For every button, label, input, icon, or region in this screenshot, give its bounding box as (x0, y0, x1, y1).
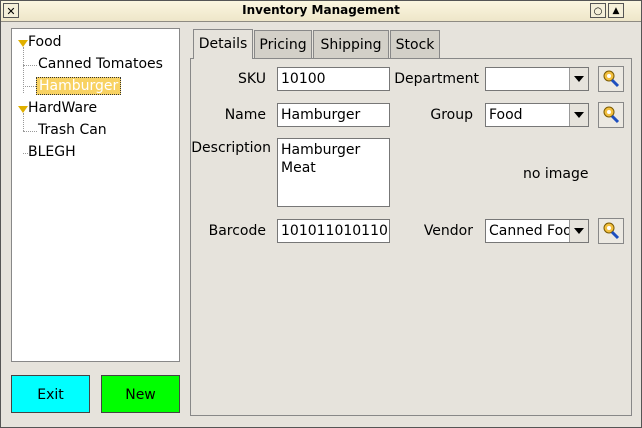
group-select[interactable]: Food (485, 103, 589, 127)
chevron-down-icon[interactable] (569, 220, 588, 242)
inventory-window: ✕ Inventory Management ○ ▲ Food Canned T… (0, 0, 642, 428)
tree-node-canned-tomatoes[interactable]: Canned Tomatoes (38, 56, 163, 72)
wrench-icon (603, 106, 620, 124)
tree-node-hamburger[interactable]: Hamburger (36, 77, 122, 95)
sku-field[interactable]: 10100 (277, 67, 390, 91)
tree-connector (23, 86, 36, 87)
minimize-icon[interactable]: ○ (590, 3, 606, 18)
exit-button[interactable]: Exit (11, 375, 90, 413)
maximize-icon[interactable]: ▲ (608, 3, 624, 18)
wrench-icon (603, 70, 620, 88)
tree-node-food[interactable]: Food (28, 34, 62, 50)
tree-connector (23, 113, 24, 131)
tab-details[interactable]: Details (193, 29, 253, 59)
department-label: Department (394, 71, 479, 87)
tree-node-blegh[interactable]: BLEGH (28, 144, 76, 160)
vendor-label: Vendor (423, 223, 473, 239)
tab-pricing[interactable]: Pricing (254, 30, 312, 58)
vendor-lookup-button[interactable] (598, 218, 624, 244)
department-lookup-button[interactable] (598, 66, 624, 92)
title-bar: ✕ Inventory Management ○ ▲ (1, 1, 641, 22)
group-label: Group (430, 107, 473, 123)
vendor-select[interactable]: Canned Foo (485, 219, 589, 243)
name-label: Name (224, 107, 266, 123)
tree-node-hardware[interactable]: HardWare (28, 100, 97, 116)
tree-connector (23, 65, 37, 66)
barcode-field[interactable]: 101011010110 (277, 219, 390, 243)
department-select[interactable] (485, 67, 589, 91)
sku-label: SKU (238, 71, 266, 87)
expand-triangle-icon[interactable] (18, 106, 28, 113)
tree-connector (23, 131, 37, 132)
new-button[interactable]: New (101, 375, 180, 413)
tab-shipping[interactable]: Shipping (313, 30, 389, 58)
no-image-label: no image (523, 166, 589, 182)
category-tree[interactable]: Food Canned Tomatoes Hamburger HardWare … (11, 28, 180, 362)
tab-stock[interactable]: Stock (390, 30, 440, 58)
description-label: Description (191, 140, 271, 156)
window-title: Inventory Management (242, 3, 400, 17)
chevron-down-icon[interactable] (569, 68, 588, 90)
vendor-value: Canned Foo (489, 223, 572, 239)
tree-node-trash-can[interactable]: Trash Can (38, 122, 107, 138)
name-field[interactable]: Hamburger (277, 103, 390, 127)
group-lookup-button[interactable] (598, 102, 624, 128)
description-field[interactable]: Hamburger Meat (277, 138, 390, 207)
expand-triangle-icon[interactable] (18, 40, 28, 47)
group-value: Food (489, 107, 523, 123)
chevron-down-icon[interactable] (569, 104, 588, 126)
barcode-label: Barcode (208, 223, 266, 239)
wrench-icon (603, 222, 620, 240)
